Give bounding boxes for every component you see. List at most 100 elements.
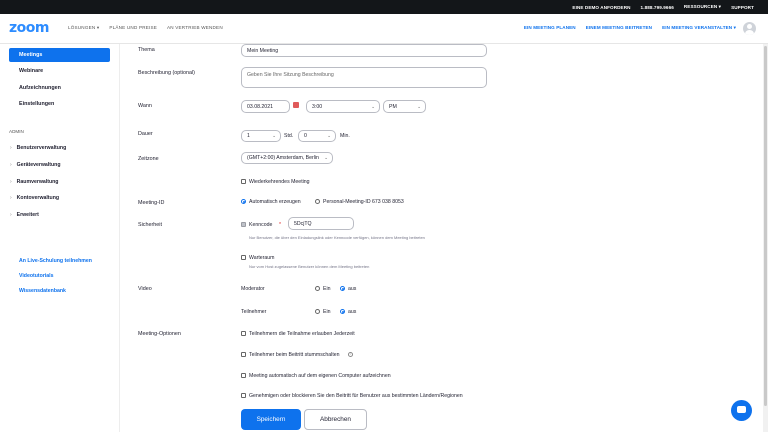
passcode-input[interactable]: 5DcjTQ <box>288 217 354 230</box>
nav-solutions[interactable]: LÖSUNGEN ▾ <box>68 25 99 31</box>
nav-host-meeting[interactable]: EIN MEETING VERANSTALTEN ▾ <box>662 25 736 31</box>
hours-unit: Std. <box>284 133 294 139</box>
timezone-select[interactable]: (GMT+2:00) Amsterdam, Berlin ⌄ <box>241 152 333 164</box>
chevron-right-icon: › <box>10 195 12 201</box>
sidebar-item-label: Kontoverwaltung <box>16 195 60 201</box>
topic-label: Thema <box>138 47 155 53</box>
duration-label: Dauer <box>138 131 153 137</box>
chevron-down-icon: ⌄ <box>371 103 375 109</box>
phone-number[interactable]: 1.888.799.9666 <box>641 5 674 10</box>
sidebar-link-live-training[interactable]: An Live-Schulung teilnehmen <box>19 258 92 264</box>
chevron-down-icon: ⌄ <box>324 155 328 160</box>
auto-record-checkbox[interactable] <box>241 373 246 378</box>
participant-video-on-radio[interactable] <box>315 309 320 314</box>
personal-id-label: Personal-Meeting-ID 673 038 8053 <box>323 199 404 205</box>
cancel-button[interactable]: Abbrechen <box>304 409 367 430</box>
mute-on-entry-label: Teilnehmer beim Beitritt stummschalten <box>249 352 340 358</box>
resources-menu[interactable]: RESSOURCEN ▾ <box>684 4 721 10</box>
meeting-options-label: Meeting-Optionen <box>138 331 181 337</box>
sidebar-item-account-management[interactable]: › Kontoverwaltung <box>10 195 59 201</box>
minutes-value: 0 <box>304 133 307 139</box>
nav-contact-sales[interactable]: AN VERTRIEB WENDEN <box>167 25 223 31</box>
save-button[interactable]: Speichern <box>241 409 301 430</box>
host-video-on-radio[interactable] <box>315 286 320 291</box>
avatar[interactable] <box>743 22 756 35</box>
participant-video-label: Teilnehmer <box>241 309 267 315</box>
participant-video-off-label: aus <box>348 309 357 315</box>
hours-select[interactable]: 1 ⌄ <box>241 130 281 142</box>
waiting-room-hint: Nur vom Host zugelassene Benutzer können… <box>249 264 370 269</box>
chevron-down-icon: ⌄ <box>327 133 331 138</box>
chevron-right-icon: › <box>10 162 12 168</box>
sidebar-item-meetings[interactable]: Meetings <box>9 48 110 62</box>
waiting-room-label: Warteraum <box>249 255 275 261</box>
nav-join-meeting[interactable]: EINEM MEETING BEITRETEN <box>586 25 652 31</box>
join-anytime-label: Teilnehmern die Teilnahme erlauben Jeder… <box>249 331 355 337</box>
time-value: 3:00 <box>312 103 323 110</box>
participant-video-off-radio[interactable] <box>340 309 345 314</box>
request-demo-link[interactable]: EINE DEMO ANFORDERN <box>572 5 630 10</box>
passcode-checkbox[interactable] <box>241 222 246 227</box>
sidebar-item-recordings[interactable]: Aufzeichnungen <box>9 81 110 95</box>
mute-on-entry-checkbox[interactable] <box>241 352 246 357</box>
nav-left: LÖSUNGEN ▾ PLÄNE UND PREISE AN VERTRIEB … <box>68 25 223 31</box>
zoom-logo[interactable]: zoom <box>9 20 49 36</box>
host-video-off-radio[interactable] <box>340 286 345 291</box>
personal-id-radio[interactable] <box>315 199 320 204</box>
recurring-checkbox[interactable] <box>241 179 246 184</box>
sidebar-item-user-management[interactable]: › Benutzerverwaltung <box>10 145 66 151</box>
minutes-select[interactable]: 0 ⌄ <box>298 130 336 142</box>
scrollbar[interactable] <box>763 44 768 432</box>
auto-record-label: Meeting automatisch auf dem eigenen Comp… <box>249 373 391 379</box>
sidebar-item-label: Benutzerverwaltung <box>16 145 67 151</box>
main-header: zoom LÖSUNGEN ▾ PLÄNE UND PREISE AN VERT… <box>0 14 768 44</box>
chevron-right-icon: › <box>10 212 12 218</box>
passcode-label: Kenncode <box>249 222 273 228</box>
hours-value: 1 <box>247 133 250 139</box>
support-link[interactable]: SUPPORT <box>731 5 754 10</box>
sidebar-item-device-management[interactable]: › Geräteverwaltung <box>10 162 61 168</box>
chat-icon[interactable] <box>731 400 752 421</box>
waiting-room-checkbox[interactable] <box>241 255 246 260</box>
meeting-id-label: Meeting-ID <box>138 200 165 206</box>
nav-plans[interactable]: PLÄNE UND PREISE <box>109 25 157 31</box>
sidebar-item-label: Raumverwaltung <box>16 179 59 185</box>
time-select[interactable]: 3:00 ⌄ <box>306 100 380 113</box>
admin-heading: ADMIN <box>9 129 24 134</box>
sidebar-item-settings[interactable]: Einstellungen <box>9 97 110 111</box>
auto-generate-radio[interactable] <box>241 199 246 204</box>
minutes-unit: Min. <box>340 133 350 139</box>
description-textarea[interactable]: Geben Sie Ihre Sitzung Beschreibung <box>241 67 487 88</box>
sidebar-item-webinars[interactable]: Webinare <box>9 64 110 78</box>
passcode-hint: Nur Benutzer, die über den Einladungslin… <box>249 235 425 240</box>
host-video-on-label: Ein <box>323 286 331 292</box>
sidebar-link-video-tutorials[interactable]: Videotutorials <box>19 273 54 279</box>
host-video-off-label: aus <box>348 286 357 292</box>
date-input[interactable]: 03.08.2021 <box>241 100 290 113</box>
top-utility-bar: EINE DEMO ANFORDERN 1.888.799.9666 RESSO… <box>0 0 768 14</box>
calendar-icon[interactable] <box>293 102 299 108</box>
recurring-label: Wiederkehrendes Meeting <box>249 179 310 185</box>
sidebar-item-label: Erweitert <box>16 212 39 218</box>
chevron-right-icon: › <box>10 179 12 185</box>
sidebar-item-room-management[interactable]: › Raumverwaltung <box>10 179 58 185</box>
sidebar-item-label: Geräteverwaltung <box>16 162 61 168</box>
topic-input[interactable]: Mein Meeting <box>241 44 487 57</box>
sidebar-item-advanced[interactable]: › Erweitert <box>10 212 39 218</box>
security-label: Sicherheit <box>138 222 162 228</box>
ampm-select[interactable]: PM ⌄ <box>383 100 426 113</box>
required-asterisk: * <box>279 222 282 228</box>
participant-video-on-label: Ein <box>323 309 331 315</box>
info-icon[interactable]: i <box>348 352 353 357</box>
auto-generate-label: Automatisch erzeugen <box>249 199 301 205</box>
video-label: Video <box>138 286 152 292</box>
timezone-label: Zeitzone <box>138 156 159 162</box>
chevron-down-icon: ⌄ <box>417 103 421 109</box>
sidebar: Meetings Webinare Aufzeichnungen Einstel… <box>0 44 120 432</box>
nav-schedule-meeting[interactable]: EIN MEETING PLANEN <box>524 25 576 31</box>
sidebar-link-knowledge-base[interactable]: Wissensdatenbank <box>19 288 66 294</box>
host-video-label: Moderator <box>241 286 265 292</box>
join-anytime-checkbox[interactable] <box>241 331 246 336</box>
region-block-checkbox[interactable] <box>241 393 246 398</box>
description-label: Beschreibung (optional) <box>138 70 195 76</box>
